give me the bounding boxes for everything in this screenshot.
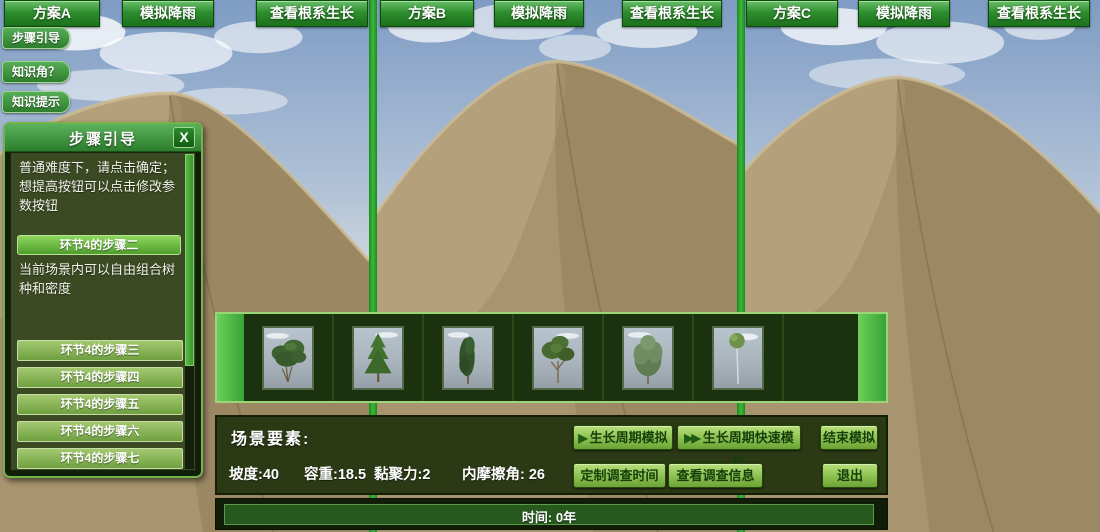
tree-slot[interactable] <box>244 314 334 401</box>
growth-cycle-fast-sim-button[interactable]: ▶▶生长周期快速模拟 <box>677 425 801 450</box>
close-icon[interactable]: X <box>173 127 195 148</box>
plan-c-button[interactable]: 方案C <box>746 0 838 27</box>
step-button-7[interactable]: 环节4的步骤七 <box>17 448 183 469</box>
step-guide-header: 步骤引导 X <box>5 124 201 152</box>
friction-angle-value: 内摩擦角: 26 <box>462 463 545 484</box>
fast-forward-icon: ▶▶ <box>684 431 698 445</box>
bushy-tree-icon <box>624 328 672 388</box>
step-guide-panel: 步骤引导 X 普通难度下，请点击确定；想提高按钮可以点击修改参数按钮 环节4的步… <box>3 122 203 478</box>
current-step-description: 当前场景内可以自由组合树种和密度 <box>19 261 175 299</box>
growth-cycle-sim-button[interactable]: ▶ 生长周期模拟 <box>573 425 673 450</box>
tree-bar-right-edge <box>858 314 886 401</box>
spruce-tree-thumbnail[interactable] <box>352 326 404 390</box>
current-step-button[interactable]: 环节4的步骤二 <box>17 235 181 255</box>
tree-selection-bar <box>215 312 888 403</box>
growth-cycle-sim-label: 生长周期模拟 <box>590 430 668 445</box>
step-guide-intro-text: 普通难度下，请点击确定；想提高按钮可以点击修改参数按钮 <box>19 159 175 216</box>
step-button-6[interactable]: 环节4的步骤六 <box>17 421 183 442</box>
spruce-tree-icon <box>354 328 402 388</box>
view-root-growth-button-a[interactable]: 查看根系生长 <box>256 0 368 27</box>
simulate-rain-button-c[interactable]: 模拟降雨 <box>858 0 950 27</box>
scrollbar-thumb[interactable] <box>185 154 194 366</box>
plan-a-button[interactable]: 方案A <box>4 0 100 27</box>
step-button-4[interactable]: 环节4的步骤四 <box>17 367 183 388</box>
tree-slot[interactable] <box>514 314 604 401</box>
broadleaf-tree-thumbnail[interactable] <box>262 326 314 390</box>
step-guide-body: 普通难度下，请点击确定；想提高按钮可以点击修改参数按钮 环节4的步骤二 当前场景… <box>10 152 196 471</box>
bulk-density-value: 容重:18.5 <box>304 463 366 484</box>
step-button-5[interactable]: 环节4的步骤五 <box>17 394 183 415</box>
birch-tree-thumbnail[interactable] <box>712 326 764 390</box>
time-bar: 时间: 0年 <box>215 498 888 530</box>
view-root-growth-button-c[interactable]: 查看根系生长 <box>988 0 1090 27</box>
step-button-3[interactable]: 环节4的步骤三 <box>17 340 183 361</box>
bushy-tree-thumbnail[interactable] <box>622 326 674 390</box>
sidebar-tab-knowledge-tips[interactable]: 知识提示 <box>2 91 70 113</box>
scrollbar-track[interactable] <box>185 154 194 469</box>
plan-b-button[interactable]: 方案B <box>380 0 474 27</box>
broadleaf-tree-icon <box>264 328 312 388</box>
time-progress-bar: 时间: 0年 <box>224 504 874 525</box>
app-window: 方案A 模拟降雨 查看根系生长 方案B 模拟降雨 查看根系生长 方案C 模拟降雨… <box>0 0 1100 532</box>
slope-value: 坡度:40 <box>229 463 279 484</box>
oak-tree-icon <box>534 328 582 388</box>
sidebar-tab-knowledge-corner[interactable]: 知识角？ <box>2 61 70 83</box>
cohesion-value: 黏聚力:2 <box>374 463 430 484</box>
tree-slot[interactable] <box>604 314 694 401</box>
columnar-tree-thumbnail[interactable] <box>442 326 494 390</box>
columnar-tree-icon <box>444 328 492 388</box>
exit-button[interactable]: 退出 <box>822 463 878 488</box>
tree-slot-empty <box>784 314 858 401</box>
tree-slot[interactable] <box>694 314 784 401</box>
simulate-rain-button-a[interactable]: 模拟降雨 <box>122 0 214 27</box>
play-icon: ▶ <box>578 431 585 445</box>
simulate-rain-button-b[interactable]: 模拟降雨 <box>494 0 584 27</box>
tree-slot[interactable] <box>334 314 424 401</box>
scene-elements-title: 场景要素: <box>231 425 310 449</box>
birch-tree-icon <box>714 328 762 388</box>
time-value: 时间: 0年 <box>225 507 873 526</box>
tree-slot[interactable] <box>424 314 514 401</box>
tree-bar-left-edge <box>217 314 244 401</box>
step-guide-title: 步骤引导 <box>5 128 201 149</box>
view-survey-info-button[interactable]: 查看调查信息 <box>668 463 763 488</box>
end-simulation-button[interactable]: 结束模拟 <box>820 425 878 450</box>
sidebar-tab-step-guide[interactable]: 步骤引导 <box>2 27 70 49</box>
scene-elements-panel: 场景要素: 坡度:40 容重:18.5 黏聚力:2 内摩擦角: 26 ▶ 生长周期… <box>215 415 888 495</box>
customize-survey-time-button[interactable]: 定制调查时间 <box>573 463 666 488</box>
view-root-growth-button-b[interactable]: 查看根系生长 <box>622 0 722 27</box>
oak-tree-thumbnail[interactable] <box>532 326 584 390</box>
